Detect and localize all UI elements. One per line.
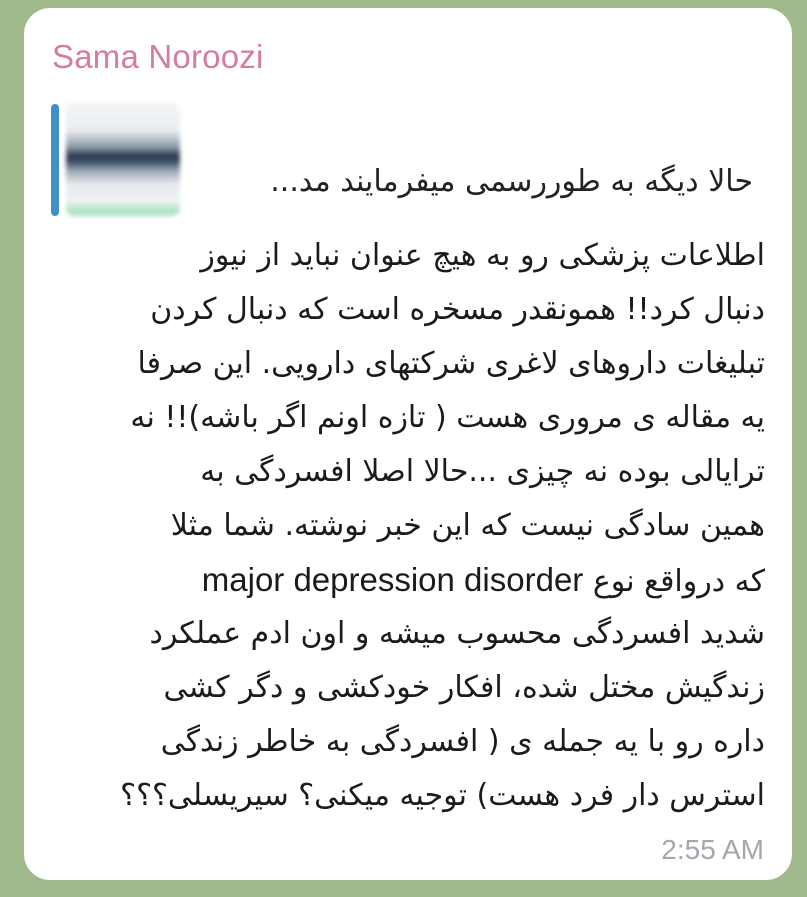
message-line: داره رو با یه جمله ی ( افسردگی به خاطر ز… — [160, 724, 765, 759]
inline-english-term: major depression disorder — [201, 561, 584, 598]
message-line: زندگیش مختل شده، افکار خودکشی و دگر کشی — [163, 670, 765, 705]
message-line: استرس دار فرد هست) توجیه میکنی؟ سیریسلی؟… — [120, 778, 765, 813]
message-line: تبلیغات داروهای لاغری شرکتهای دارویی. ای… — [137, 346, 765, 381]
message-line: همین سادگی نیست که این خبر نوشته. شما مث… — [170, 508, 765, 543]
message-line: شدید افسردگی محسوب میشه و اون ادم عملکرد — [149, 616, 765, 651]
message-line: یه مقاله ی مروری هست ( تازه اونم اگر باش… — [130, 400, 765, 435]
message-timestamp: 2:55 AM — [661, 834, 764, 865]
message-line: دنبال کرد!! همونقدر مسخره است که دنبال ک… — [150, 292, 765, 327]
message-bubble[interactable]: Sama Noroozi حالا دیگه به طوررسمی میفرما… — [24, 8, 792, 880]
message-line: اطلاعات پزشکی رو به هیچ عنوان نباید از ن… — [200, 238, 765, 273]
message-line: ترایالی بوده نه چیزی ...حالا اصلا افسردگ… — [200, 454, 765, 489]
message-line-persian-part: که درواقع نوع — [592, 564, 765, 599]
sender-name[interactable]: Sama Noroozi — [52, 38, 264, 76]
reply-thumbnail-image — [66, 102, 180, 216]
reply-quoted-text: حالا دیگه به طوررسمی میفرمایند مد... — [270, 164, 753, 199]
message-line-mixed: که درواقع نوع major depression disorder — [202, 560, 765, 602]
reply-accent-bar — [51, 104, 59, 216]
reply-preview[interactable]: حالا دیگه به طوررسمی میفرمایند مد... — [51, 102, 767, 222]
